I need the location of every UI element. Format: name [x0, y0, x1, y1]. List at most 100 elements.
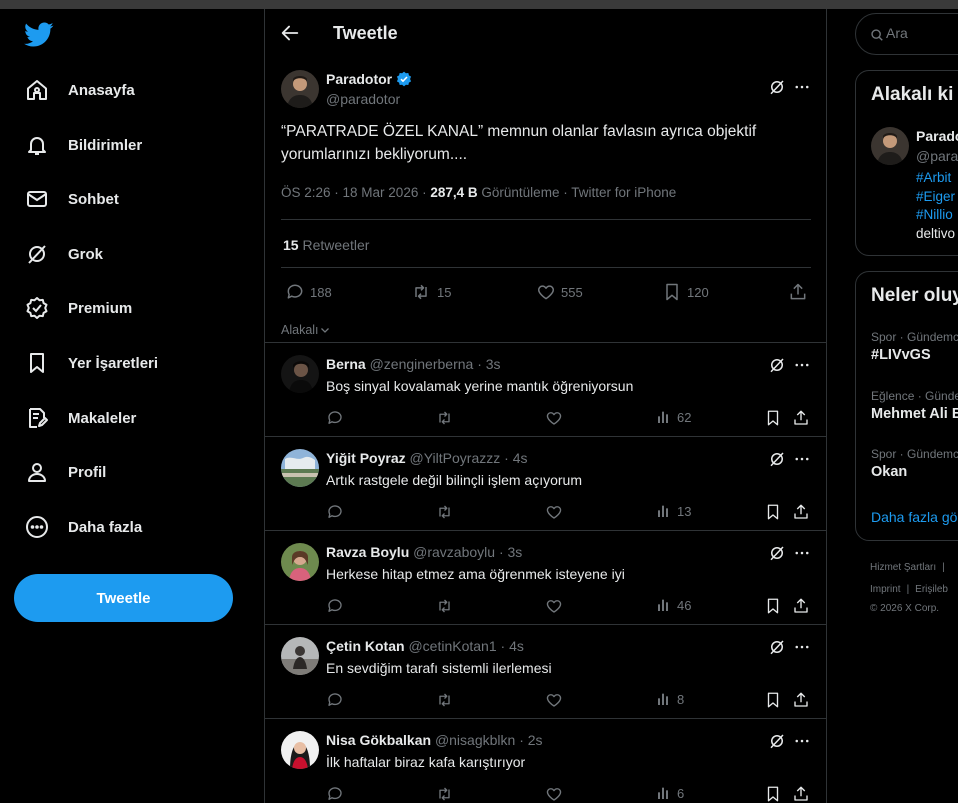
bookmark-button[interactable] [764, 785, 782, 803]
reply-author-name[interactable]: Yiğit Poyraz [326, 450, 406, 466]
nav-item-premium[interactable]: Premium [24, 293, 132, 323]
avatar[interactable] [281, 731, 319, 769]
reply-tweet[interactable]: Nisa Gökbalkan @nisagkblkn · 2s İlk haft… [265, 719, 826, 803]
share-button[interactable] [792, 409, 810, 427]
reply-button[interactable] [326, 691, 344, 709]
reply-tweet[interactable]: Berna @zenginerberna · 3s Boş sinyal kov… [265, 343, 826, 437]
share-button[interactable] [792, 785, 810, 803]
grok-icon[interactable] [768, 78, 788, 98]
footer-link-accessibility[interactable]: Erişileb [915, 584, 948, 595]
more-options-icon[interactable] [793, 544, 813, 564]
retweet-button[interactable] [435, 503, 454, 521]
avatar[interactable] [281, 543, 319, 581]
more-options-icon[interactable] [793, 732, 813, 752]
retweet-button[interactable] [435, 597, 454, 615]
bookmark-button[interactable] [764, 409, 782, 427]
footer-link-imprint[interactable]: Imprint [870, 584, 901, 595]
nav-item-home[interactable]: Anasayfa [24, 75, 135, 105]
bookmark-button[interactable]: 120 [662, 282, 709, 302]
retweet-button[interactable] [435, 785, 454, 803]
nav-item-profile[interactable]: Profil [24, 457, 106, 487]
like-button[interactable] [545, 785, 563, 803]
related-account-name[interactable]: Parado [916, 128, 958, 144]
tweet-time[interactable]: ÖS 2:26 [281, 185, 331, 200]
grok-icon[interactable] [768, 356, 788, 376]
views-button[interactable]: 13 [656, 503, 691, 519]
tweet-date[interactable]: 18 Mar 2026 [343, 185, 419, 200]
reply-author-name[interactable]: Çetin Kotan [326, 638, 405, 654]
search-box[interactable] [855, 13, 958, 55]
views-button[interactable]: 8 [656, 691, 684, 707]
bio-hashtag[interactable]: #Arbit [916, 170, 951, 185]
reply-age[interactable]: 2s [528, 732, 543, 748]
bio-hashtag[interactable]: #Nillio [916, 207, 953, 222]
reply-button[interactable] [326, 597, 344, 615]
avatar[interactable] [281, 70, 319, 108]
reply-author-handle[interactable]: @zenginerberna [370, 356, 474, 372]
avatar[interactable] [281, 449, 319, 487]
author-name-row[interactable]: Paradotor [326, 71, 412, 87]
more-options-icon[interactable] [793, 450, 813, 470]
nav-item-bookmarks[interactable]: Yer İşaretleri [24, 348, 158, 378]
reply-button[interactable]: 188 [285, 282, 332, 302]
retweet-button[interactable]: 15 [410, 282, 451, 302]
reply-tweet[interactable]: Ravza Boylu @ravzaboylu · 3s Herkese hit… [265, 531, 826, 625]
share-button[interactable] [792, 597, 810, 615]
reply-age[interactable]: 4s [513, 450, 528, 466]
reply-tweet[interactable]: Yiğit Poyraz @YiltPoyrazzz · 4s Artık ra… [265, 437, 826, 531]
views-button[interactable]: 62 [656, 409, 691, 425]
bookmark-button[interactable] [764, 597, 782, 615]
reply-age[interactable]: 3s [508, 544, 523, 560]
nav-item-notifications[interactable]: Bildirimler [24, 130, 142, 160]
nav-item-more[interactable]: Daha fazla [24, 512, 142, 542]
share-button[interactable] [788, 282, 808, 302]
reply-author-name[interactable]: Nisa Gökbalkan [326, 732, 431, 748]
nav-item-grok[interactable]: Grok [24, 239, 103, 269]
reply-author-name[interactable]: Berna [326, 356, 366, 372]
reply-sort-dropdown[interactable]: Alakalı [281, 323, 331, 337]
back-arrow-icon[interactable] [279, 22, 301, 44]
reply-button[interactable] [326, 503, 344, 521]
share-button[interactable] [792, 691, 810, 709]
reply-author-handle[interactable]: @YiltPoyrazzz [410, 450, 501, 466]
avatar[interactable] [871, 127, 909, 165]
reply-button[interactable] [326, 785, 344, 803]
nav-item-articles[interactable]: Makaleler [24, 403, 136, 433]
reply-author-handle[interactable]: @nisagkblkn [435, 732, 515, 748]
retweet-button[interactable] [435, 409, 454, 427]
more-options-icon[interactable] [793, 356, 813, 376]
avatar[interactable] [281, 637, 319, 675]
grok-icon[interactable] [768, 732, 788, 752]
views-button[interactable]: 6 [656, 785, 684, 801]
grok-icon[interactable] [768, 544, 788, 564]
like-button[interactable]: 555 [536, 282, 583, 302]
author-handle[interactable]: @paradotor [326, 91, 400, 107]
reply-tweet[interactable]: Çetin Kotan @cetinKotan1 · 4s En sevdiği… [265, 625, 826, 719]
bookmark-button[interactable] [764, 691, 782, 709]
grok-icon[interactable] [768, 450, 788, 470]
like-button[interactable] [545, 691, 563, 709]
like-button[interactable] [545, 409, 563, 427]
like-button[interactable] [545, 503, 563, 521]
more-options-icon[interactable] [793, 638, 813, 658]
reply-age[interactable]: 4s [509, 638, 524, 654]
reply-age[interactable]: 3s [486, 356, 501, 372]
reply-author-handle[interactable]: @ravzaboylu [413, 544, 495, 560]
bookmark-button[interactable] [764, 503, 782, 521]
twitter-bird-logo-icon[interactable] [24, 22, 54, 48]
reply-author-handle[interactable]: @cetinKotan1 [408, 638, 496, 654]
like-button[interactable] [545, 597, 563, 615]
related-account-handle[interactable]: @para [916, 148, 958, 164]
retweet-count-link[interactable]: 15 Retweetler [283, 237, 369, 253]
reply-button[interactable] [326, 409, 344, 427]
retweet-button[interactable] [435, 691, 454, 709]
tweet-button[interactable]: Tweetle [14, 574, 233, 622]
show-more-link[interactable]: Daha fazla gö [871, 509, 957, 525]
reply-author-name[interactable]: Ravza Boylu [326, 544, 409, 560]
views-button[interactable]: 46 [656, 597, 691, 613]
bio-hashtag[interactable]: #Eiger [916, 189, 955, 204]
grok-icon[interactable] [768, 638, 788, 658]
share-button[interactable] [792, 503, 810, 521]
avatar[interactable] [281, 355, 319, 393]
search-input[interactable] [886, 25, 958, 41]
